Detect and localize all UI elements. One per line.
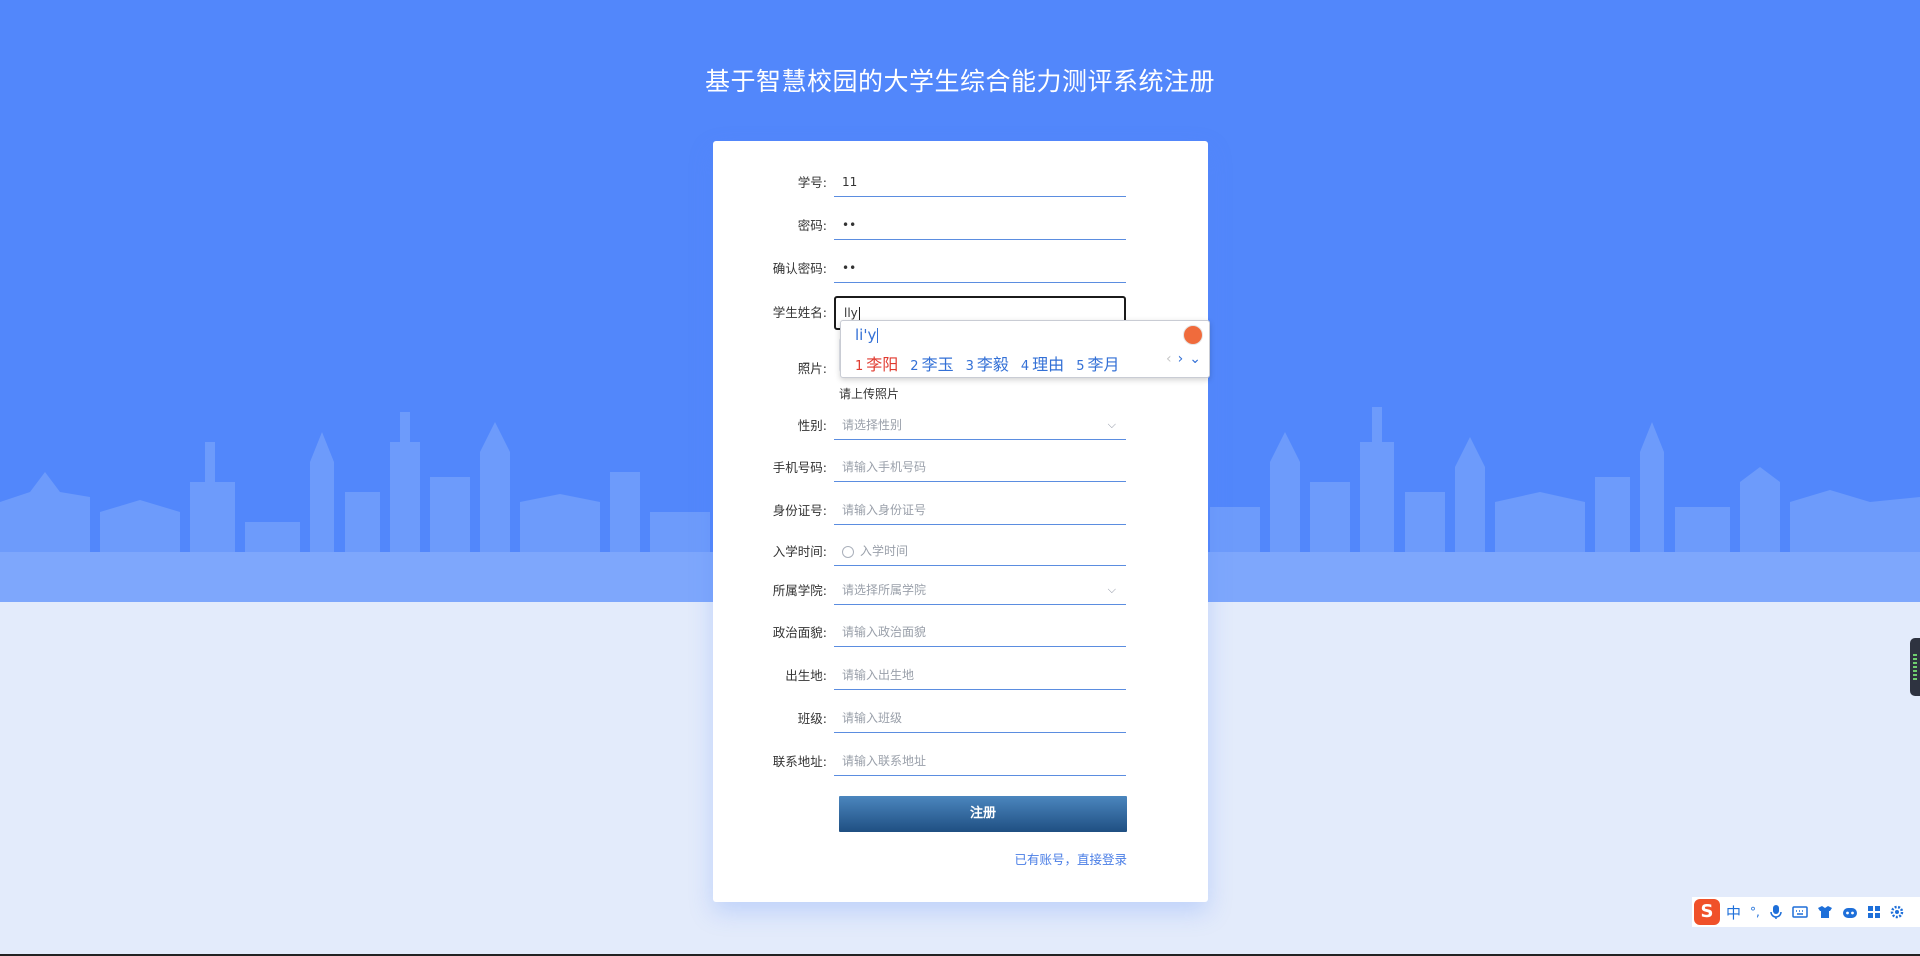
college-row: 所属学院: 请选择所属学院 ⌵ bbox=[713, 575, 1208, 607]
class-label: 班级: bbox=[797, 711, 827, 726]
ime-status-bar: S 中 °, bbox=[1692, 897, 1920, 927]
student-name-label: 学生姓名: bbox=[772, 305, 827, 320]
confirm-password-label: 确认密码: bbox=[772, 261, 827, 276]
class-input[interactable]: 请输入班级 bbox=[834, 703, 1126, 733]
college-label: 所属学院: bbox=[772, 583, 827, 598]
confirm-password-value: •• bbox=[842, 261, 857, 275]
chevron-down-icon: ⌵ bbox=[1107, 418, 1116, 431]
page-title: 基于智慧校园的大学生综合能力测评系统注册 bbox=[704, 67, 1215, 96]
password-label: 密码: bbox=[797, 218, 827, 233]
ime-composition-text: li'y bbox=[855, 326, 877, 344]
photo-upload-hint: 请上传照片 bbox=[839, 387, 900, 401]
robot-icon[interactable] bbox=[1842, 905, 1858, 919]
ime-prev-page-icon[interactable]: ‹ bbox=[1166, 351, 1172, 367]
student-id-row: 学号: 11 bbox=[713, 167, 1208, 199]
birthplace-label: 出生地: bbox=[785, 668, 827, 683]
political-status-placeholder: 请输入政治面貌 bbox=[842, 625, 927, 639]
sogou-logo-icon[interactable]: S bbox=[1694, 899, 1720, 925]
political-status-label: 政治面貌: bbox=[772, 625, 827, 640]
ime-candidate[interactable]: 1 李阳 bbox=[855, 351, 898, 375]
ime-candidate[interactable]: 5 李月 bbox=[1076, 351, 1119, 375]
password-row: 密码: •• bbox=[713, 210, 1208, 242]
class-placeholder: 请输入班级 bbox=[842, 711, 903, 725]
ime-navigation: ‹ › ⌄ bbox=[1166, 351, 1201, 367]
student-name-value: lly bbox=[844, 306, 858, 320]
id-card-row: 身份证号: 请输入身份证号 bbox=[713, 495, 1208, 527]
college-select[interactable]: 请选择所属学院 ⌵ bbox=[834, 575, 1126, 605]
phone-row: 手机号码: 请输入手机号码 bbox=[713, 452, 1208, 484]
college-placeholder: 请选择所属学院 bbox=[842, 583, 927, 597]
gender-row: 性别: 请选择性别 ⌵ bbox=[713, 410, 1208, 442]
settings-icon[interactable] bbox=[1890, 905, 1904, 919]
sogou-mascot-icon[interactable] bbox=[1183, 325, 1203, 345]
ime-mode-toggle[interactable]: 中 bbox=[1726, 902, 1741, 923]
ime-expand-icon[interactable]: ⌄ bbox=[1189, 351, 1201, 367]
chevron-down-icon: ⌵ bbox=[1107, 583, 1116, 596]
gender-label: 性别: bbox=[797, 418, 827, 433]
confirm-password-row: 确认密码: •• bbox=[713, 253, 1208, 285]
address-input[interactable]: 请输入联系地址 bbox=[834, 746, 1126, 776]
student-id-input[interactable]: 11 bbox=[834, 167, 1126, 197]
register-form-card: 学号: 11 密码: •• 确认密码: •• 学生姓名: lly 照片: 请上传… bbox=[713, 141, 1208, 902]
ime-candidate[interactable]: 4 理由 bbox=[1021, 351, 1064, 375]
enroll-time-placeholder: 入学时间 bbox=[860, 544, 909, 558]
skin-icon[interactable] bbox=[1817, 905, 1833, 919]
address-label: 联系地址: bbox=[772, 754, 827, 769]
login-link[interactable]: 已有账号，直接登录 bbox=[1014, 849, 1127, 868]
apps-grid-icon[interactable] bbox=[1867, 905, 1881, 919]
phone-placeholder: 请输入手机号码 bbox=[842, 460, 927, 474]
gender-placeholder: 请选择性别 bbox=[842, 418, 903, 432]
enroll-time-row: 入学时间: 入学时间 bbox=[713, 536, 1208, 568]
ime-composition: li'y bbox=[855, 326, 879, 344]
register-button[interactable]: 注册 bbox=[839, 796, 1127, 832]
student-id-label: 学号: bbox=[797, 175, 827, 190]
birthplace-input[interactable]: 请输入出生地 bbox=[834, 660, 1126, 690]
student-id-value: 11 bbox=[842, 175, 858, 189]
ime-next-page-icon[interactable]: › bbox=[1178, 351, 1184, 367]
password-value: •• bbox=[842, 218, 857, 232]
gender-select[interactable]: 请选择性别 ⌵ bbox=[834, 410, 1126, 440]
ime-candidate[interactable]: 2 李玉 bbox=[910, 351, 953, 375]
microphone-icon[interactable] bbox=[1769, 904, 1783, 920]
ime-punctuation-toggle[interactable]: °, bbox=[1750, 905, 1760, 919]
birthplace-row: 出生地: 请输入出生地 bbox=[713, 660, 1208, 692]
phone-label: 手机号码: bbox=[772, 460, 827, 475]
address-placeholder: 请输入联系地址 bbox=[842, 754, 927, 768]
ime-candidate-list: 1 李阳 2 李玉 3 李毅 4 理由 5 李月 bbox=[855, 351, 1131, 375]
address-row: 联系地址: 请输入联系地址 bbox=[713, 746, 1208, 778]
photo-label: 照片: bbox=[797, 361, 827, 376]
id-card-placeholder: 请输入身份证号 bbox=[842, 503, 927, 517]
enroll-time-picker[interactable]: 入学时间 bbox=[834, 536, 1126, 566]
ime-caret bbox=[877, 328, 879, 343]
political-status-input[interactable]: 请输入政治面貌 bbox=[834, 617, 1126, 647]
text-caret bbox=[858, 306, 860, 321]
id-card-input[interactable]: 请输入身份证号 bbox=[834, 495, 1126, 525]
password-input[interactable]: •• bbox=[834, 210, 1126, 240]
confirm-password-input[interactable]: •• bbox=[834, 253, 1126, 283]
enroll-time-label: 入学时间: bbox=[772, 544, 827, 559]
phone-input[interactable]: 请输入手机号码 bbox=[834, 452, 1126, 482]
ime-candidate[interactable]: 3 李毅 bbox=[966, 351, 1009, 375]
id-card-label: 身份证号: bbox=[772, 503, 827, 518]
side-panel-handle[interactable] bbox=[1910, 638, 1920, 696]
ime-candidate-window: li'y 1 李阳 2 李玉 3 李毅 4 理由 5 李月 ‹ › ⌄ bbox=[840, 320, 1210, 378]
clock-icon bbox=[842, 545, 854, 558]
keyboard-icon[interactable] bbox=[1792, 905, 1808, 919]
birthplace-placeholder: 请输入出生地 bbox=[842, 668, 915, 682]
class-row: 班级: 请输入班级 bbox=[713, 703, 1208, 735]
political-status-row: 政治面貌: 请输入政治面貌 bbox=[713, 617, 1208, 649]
